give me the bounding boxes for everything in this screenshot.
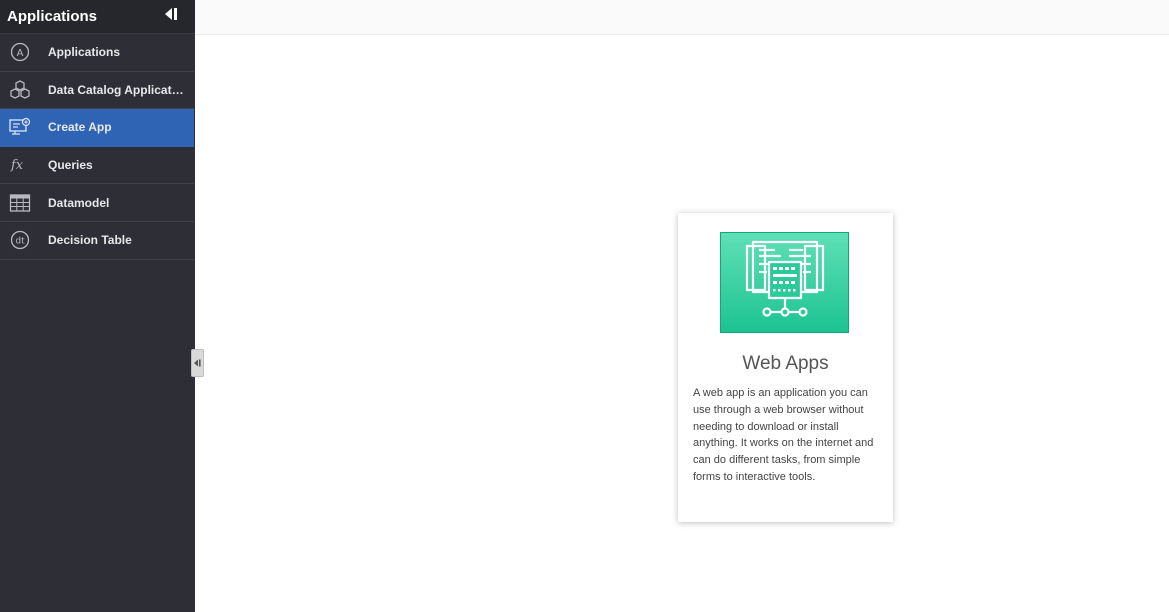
sidebar-item-datamodel[interactable]: Datamodel [0,184,194,222]
web-apps-card[interactable]: Web Apps A web app is an application you… [678,213,893,522]
data-catalog-icon [9,79,31,101]
sidebar-item-label: Create App [48,120,112,135]
sidebar-item-label: Applications [48,45,121,60]
create-app-icon [9,116,31,138]
card-image [720,232,849,333]
collapse-sidebar-icon[interactable] [163,6,179,22]
sidebar-item-applications[interactable]: A Applications [0,34,194,72]
sidebar-item-queries[interactable]: fx Queries [0,147,194,185]
svg-text:dt: dt [15,237,25,247]
sidebar-item-label: Decision Table [48,233,132,248]
svg-text:A: A [17,48,24,59]
sidebar-title: Applications [7,8,98,25]
sidebar-item-label: Data Catalog Applications [48,82,186,97]
sidebar-item-data-catalog[interactable]: Data Catalog Applications [0,72,194,110]
sidebar-item-decision-table[interactable]: dt Decision Table [0,222,194,260]
sidebar-toggle-handle[interactable] [191,349,204,377]
collapse-arrow-icon [194,359,201,367]
card-title: Web Apps [742,353,829,374]
sidebar-item-label: Datamodel [48,195,110,210]
applications-icon: A [9,41,31,63]
web-apps-icon [745,240,824,317]
sidebar-header: Applications [0,0,195,34]
table-grid-icon [9,192,31,214]
top-bar [195,0,1169,35]
svg-text:fx: fx [10,158,24,173]
decision-table-icon: dt [9,229,31,251]
sidebar: Applications A Applications Data Catalog… [0,0,195,612]
card-description: A web app is an application you can use … [693,387,874,483]
function-icon: fx [9,154,31,176]
sidebar-item-label: Queries [48,158,93,173]
sidebar-item-create-app[interactable]: Create App [0,109,194,147]
